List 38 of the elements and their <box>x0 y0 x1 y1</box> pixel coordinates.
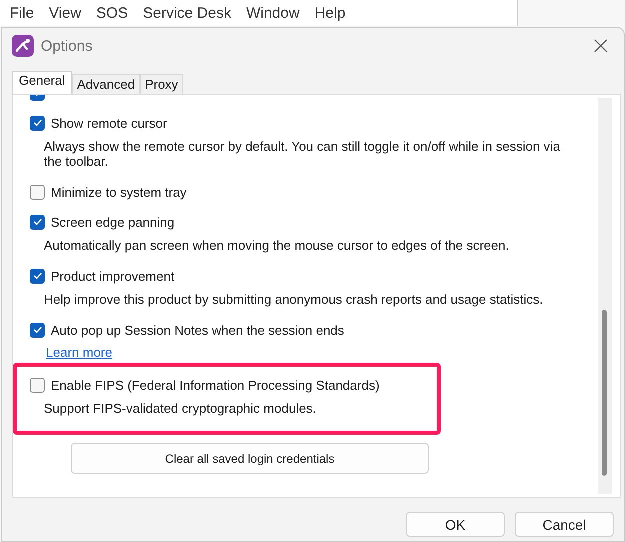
checkbox-label: Minimize to system tray <box>51 184 187 200</box>
checkbox[interactable] <box>30 214 45 230</box>
checkbox[interactable] <box>30 322 45 338</box>
checkbox[interactable] <box>30 378 45 392</box>
menu-item[interactable]: Help <box>308 4 355 22</box>
checkbox[interactable] <box>30 184 45 200</box>
cancel-button[interactable]: Cancel <box>515 512 614 537</box>
checkbox[interactable] <box>30 116 45 130</box>
checkmark-icon <box>32 119 42 127</box>
checkmark-icon <box>32 326 42 334</box>
menu-item[interactable]: Window <box>240 4 309 22</box>
close-icon[interactable] <box>594 39 608 53</box>
scrollbar-thumb[interactable] <box>602 310 607 476</box>
learn-more-link[interactable]: Learn more <box>46 345 112 360</box>
app-icon <box>12 35 34 57</box>
checkbox[interactable] <box>30 268 45 284</box>
menu-item[interactable]: View <box>43 4 90 22</box>
checkbox-label: Product improvement <box>51 268 175 284</box>
checkmark-icon <box>32 272 42 280</box>
description-text: Support FIPS-validated cryptographic modules. <box>44 401 318 416</box>
tab[interactable]: Advanced <box>72 74 140 94</box>
menu-item[interactable]: Service Desk <box>137 4 240 22</box>
menu-item[interactable]: File <box>4 4 44 22</box>
checkbox-label: Show remote cursor <box>51 116 168 130</box>
tab[interactable]: Proxy <box>140 74 184 94</box>
description-text: Always show the remote cursor by default. You can still toggle it on/off while in session via the toolbar. <box>44 139 562 169</box>
description-text: Help improve this product by submitting anonymous crash reports and usage statistics. <box>44 292 544 307</box>
checkmark-icon <box>32 218 42 226</box>
tab[interactable]: General <box>12 71 72 94</box>
ok-button[interactable]: OK <box>406 512 505 537</box>
checkbox-label: Enable FIPS (Federal Information Processing Standards) <box>51 378 380 392</box>
description-text: Automatically pan screen when moving the mouse cursor to edges of the screen. <box>44 238 510 253</box>
checkbox-label: Auto pop up Session Notes when the session ends <box>51 322 344 338</box>
checkbox-label: Screen edge panning <box>51 214 175 230</box>
menu-item[interactable]: SOS <box>90 4 138 22</box>
window-title: Options <box>41 38 94 54</box>
clear-credentials-button[interactable]: Clear all saved login credentials <box>71 443 429 474</box>
scrollbar[interactable] <box>598 98 612 494</box>
